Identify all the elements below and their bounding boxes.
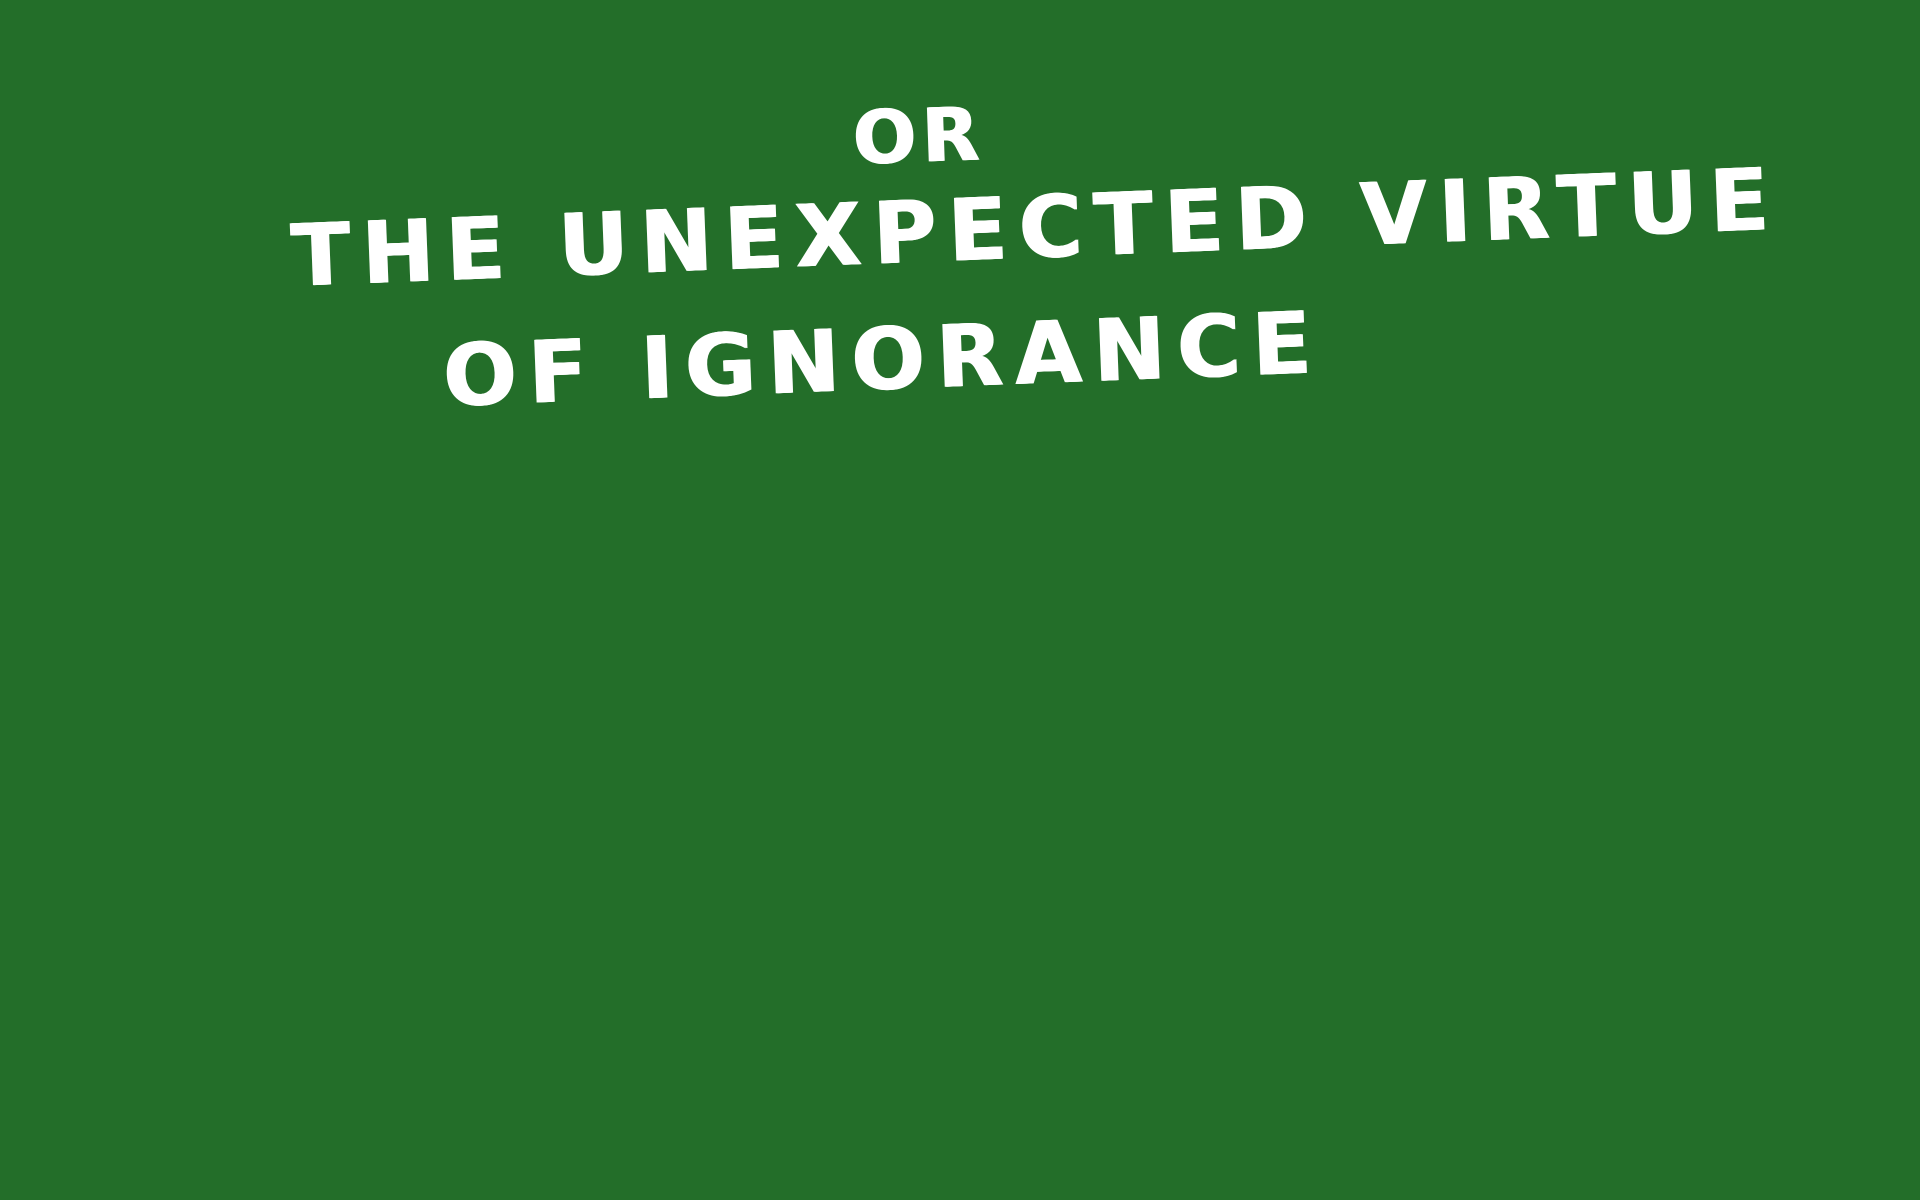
subtitle-line-1-text: THE UNEXPECTED VIRTUE bbox=[289, 149, 1783, 307]
subtitle-line-2-text: OF IGNORANCE bbox=[441, 293, 1326, 427]
subtitle-or-text: OR bbox=[851, 91, 987, 182]
title-card: OR THE UNEXPECTED VIRTUE OF IGNORANCE bbox=[0, 0, 1920, 1200]
